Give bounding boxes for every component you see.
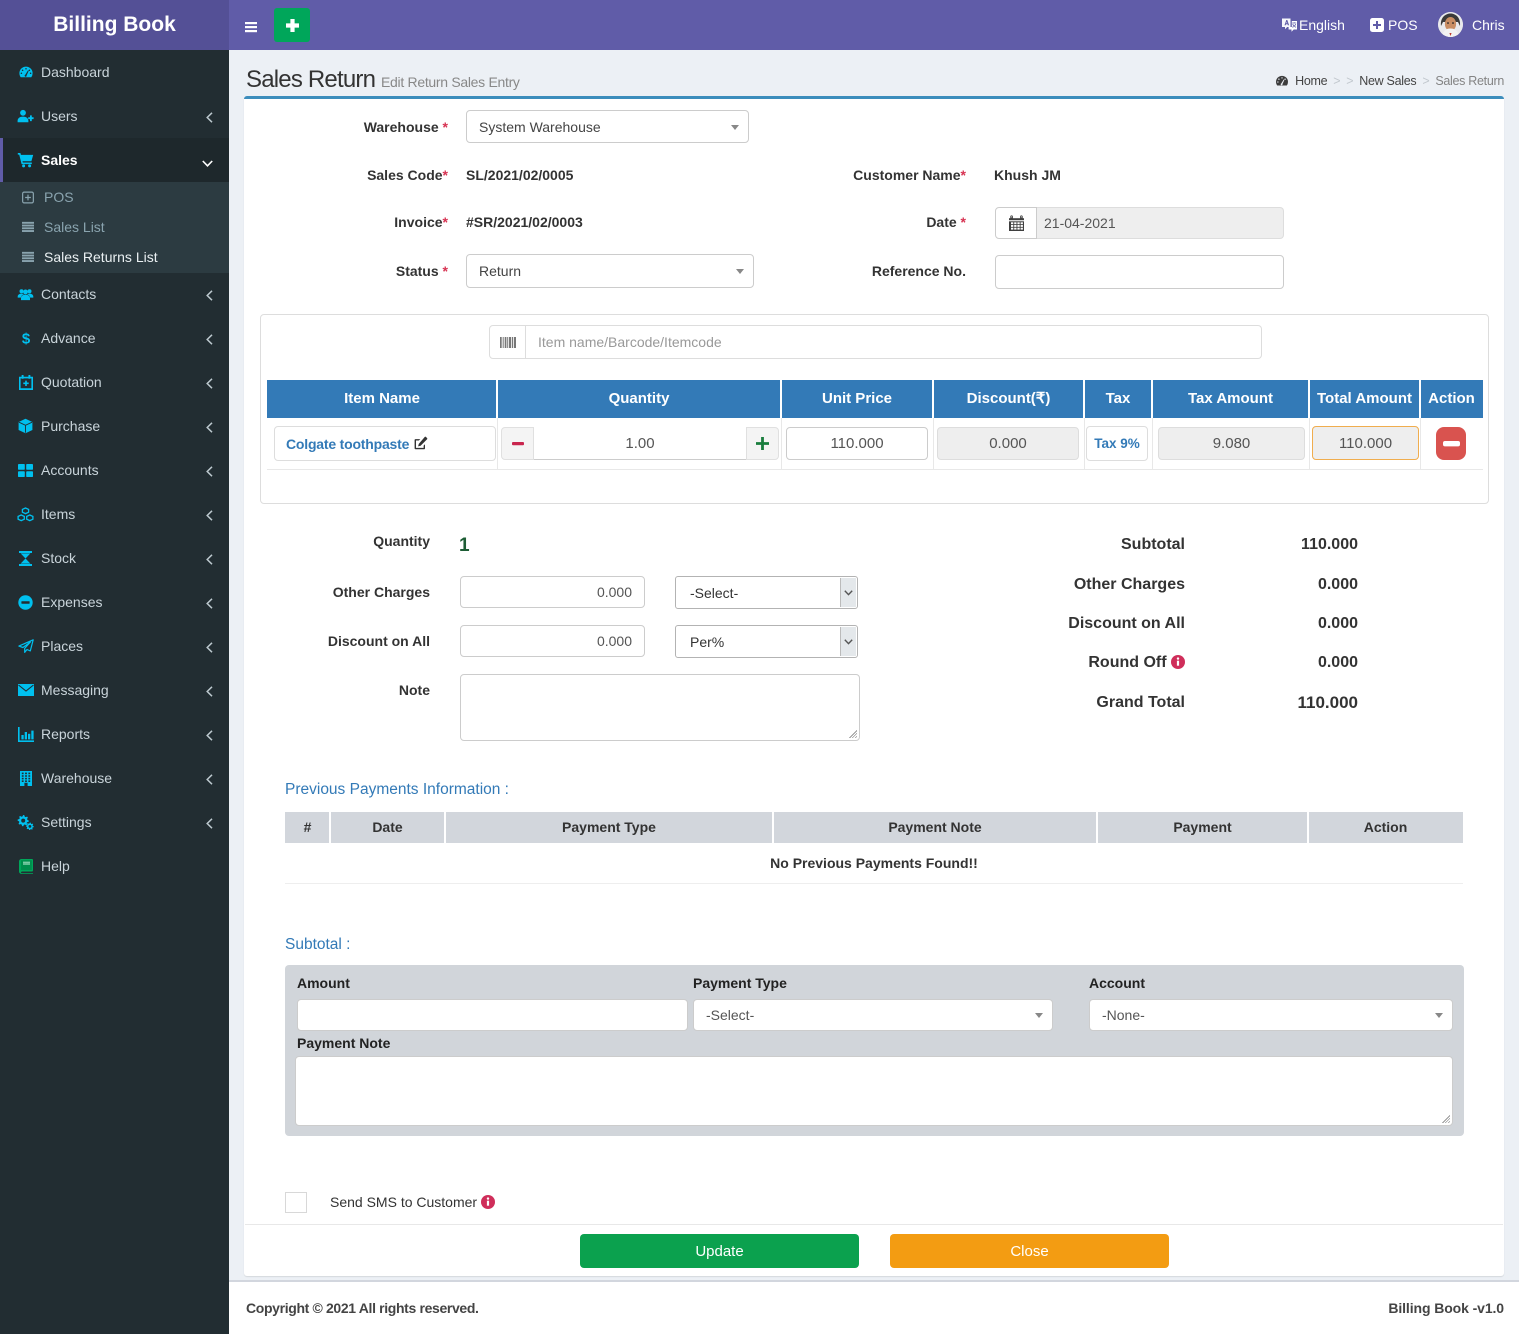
svg-text:$: $ <box>21 330 30 347</box>
